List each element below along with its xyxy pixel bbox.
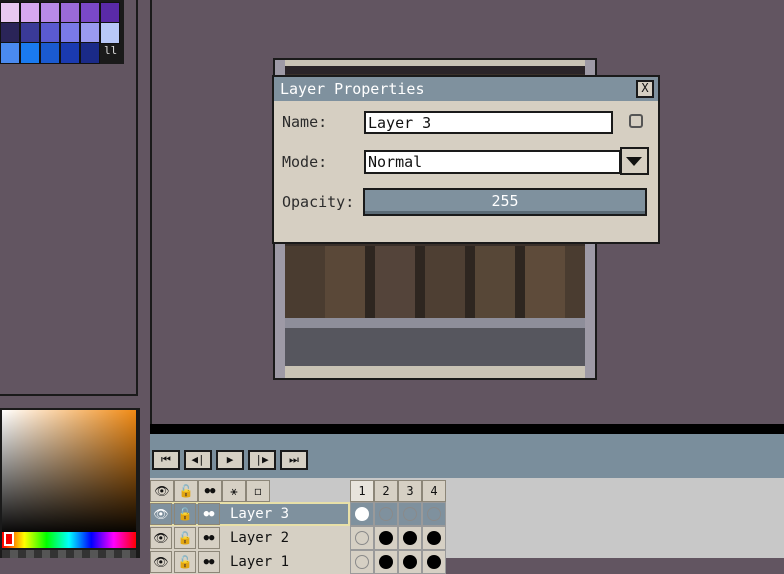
- sprite-plank: [565, 246, 585, 318]
- previous-frame-button[interactable]: ◀|: [184, 450, 212, 470]
- lock-icon[interactable]: 🔓: [174, 527, 196, 549]
- sprite-plank-gap: [365, 246, 375, 318]
- palette-swatch[interactable]: [80, 42, 100, 64]
- continuous-icon[interactable]: ●●: [198, 527, 220, 549]
- palette-swatch[interactable]: [20, 42, 40, 64]
- alpha-slider[interactable]: [2, 550, 136, 558]
- onion-skin-header-icon[interactable]: ◻: [246, 480, 270, 502]
- next-frame-button[interactable]: |▶: [248, 450, 276, 470]
- palette-swatch[interactable]: [40, 42, 60, 64]
- palette-swatch[interactable]: [100, 2, 120, 24]
- visibility-header-icon[interactable]: 👁: [150, 480, 174, 502]
- empty-cel-icon: [355, 531, 369, 545]
- dialog-title: Layer Properties: [280, 80, 425, 98]
- play-button[interactable]: ▶: [216, 450, 244, 470]
- sprite-plank: [325, 246, 365, 318]
- continuous-icon[interactable]: ●●: [198, 551, 220, 573]
- palette-swatch[interactable]: [60, 2, 80, 24]
- palette-swatch[interactable]: [40, 22, 60, 44]
- cel-dot-icon: [379, 555, 393, 569]
- sprite-plank-gap: [465, 246, 475, 318]
- cel-dot-icon: [403, 555, 417, 569]
- first-frame-button[interactable]: ⏮: [152, 450, 180, 470]
- lock-icon[interactable]: 🔓: [174, 503, 196, 525]
- visibility-icon[interactable]: 👁: [150, 503, 172, 525]
- timeline-cel[interactable]: [374, 502, 398, 526]
- visibility-icon[interactable]: 👁: [150, 551, 172, 573]
- palette-swatch[interactable]: [0, 22, 20, 44]
- timeline-cel[interactable]: [422, 526, 446, 550]
- opacity-label: Opacity:: [282, 193, 355, 211]
- timeline-cel[interactable]: [422, 550, 446, 574]
- palette-swatch[interactable]: [20, 2, 40, 24]
- frame-header-2[interactable]: 2: [374, 480, 398, 502]
- saturation-value-picker[interactable]: [2, 410, 136, 536]
- palette-swatch[interactable]: [20, 22, 40, 44]
- empty-cel-icon: [355, 555, 369, 569]
- layer-name: Layer 1: [230, 554, 290, 570]
- timeline-cel[interactable]: [398, 550, 422, 574]
- empty-cel-icon: [379, 507, 393, 521]
- hue-slider[interactable]: [2, 532, 136, 548]
- sprite-plank: [475, 246, 515, 318]
- cel-dot-icon: [427, 531, 441, 545]
- empty-cel-icon: [403, 507, 417, 521]
- sprite-top-strip: [285, 66, 585, 74]
- palette-swatch[interactable]: [80, 2, 100, 24]
- sprite-plank-gap: [415, 246, 425, 318]
- cel-dot-icon: [403, 531, 417, 545]
- visibility-icon[interactable]: 👁: [150, 527, 172, 549]
- layer-name: Layer 2: [230, 530, 290, 546]
- timeline-cel[interactable]: [422, 502, 446, 526]
- sprite-plank: [285, 246, 325, 318]
- palette-swatch[interactable]: [40, 2, 60, 24]
- lock-header-icon[interactable]: 🔓: [174, 480, 198, 502]
- workspace-divider: [150, 424, 784, 434]
- layer-name-input[interactable]: [364, 111, 613, 134]
- user-data-button[interactable]: [629, 114, 643, 128]
- palette-swatch[interactable]: [60, 42, 80, 64]
- palette-swatch[interactable]: [0, 42, 20, 64]
- timeline-cel[interactable]: [350, 550, 374, 574]
- palette-swatch[interactable]: [60, 22, 80, 44]
- blend-mode-select[interactable]: Normal: [364, 150, 621, 174]
- sprite-plank: [525, 246, 565, 318]
- timeline-cel[interactable]: [398, 526, 422, 550]
- timeline-cel[interactable]: [374, 550, 398, 574]
- palette-swatch[interactable]: [100, 22, 120, 44]
- sprite-plank-gap: [515, 246, 525, 318]
- last-frame-button[interactable]: ⏭: [280, 450, 308, 470]
- sprite-rail: [285, 318, 585, 328]
- lock-icon[interactable]: 🔓: [174, 551, 196, 573]
- close-button[interactable]: X: [636, 80, 654, 98]
- sprite-plank: [375, 246, 415, 318]
- palette-swatch[interactable]: [0, 2, 20, 24]
- name-label: Name:: [282, 113, 328, 131]
- mode-label: Mode:: [282, 153, 328, 171]
- frame-header-1[interactable]: 1: [350, 480, 374, 502]
- sprite-base: [285, 328, 585, 366]
- hue-cursor[interactable]: [4, 532, 14, 546]
- chevron-down-icon: [626, 157, 642, 166]
- cel-dot-icon: [355, 507, 369, 521]
- link-header-icon[interactable]: ⚹: [222, 480, 246, 502]
- timeline-cel[interactable]: [350, 502, 374, 526]
- timeline-cel[interactable]: [374, 526, 398, 550]
- timeline-cel[interactable]: [350, 526, 374, 550]
- frame-header-4[interactable]: 4: [422, 480, 446, 502]
- cel-dot-icon: [427, 555, 441, 569]
- opacity-value: 255: [491, 192, 519, 210]
- palette-more-button[interactable]: ll: [104, 44, 118, 58]
- timeline-cel[interactable]: [398, 502, 422, 526]
- palette-swatch[interactable]: [80, 22, 100, 44]
- layer-name: Layer 3: [230, 506, 290, 522]
- empty-cel-icon: [427, 507, 441, 521]
- continuous-icon[interactable]: ●●: [198, 503, 220, 525]
- continuous-header-icon[interactable]: ●●: [198, 480, 222, 502]
- cel-dot-icon: [379, 531, 393, 545]
- frame-header-3[interactable]: 3: [398, 480, 422, 502]
- sprite-plank: [425, 246, 465, 318]
